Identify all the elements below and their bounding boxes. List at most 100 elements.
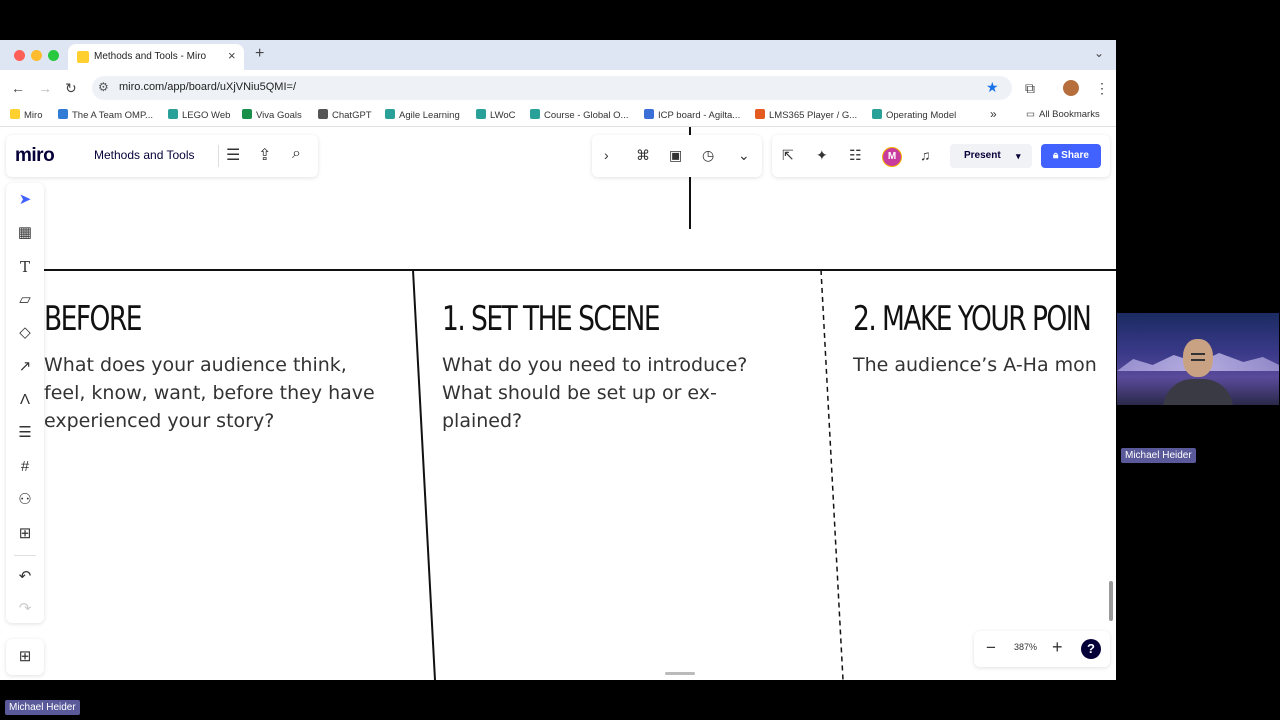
person-body: [1163, 379, 1233, 405]
collapse-chevron-icon[interactable]: ›: [604, 147, 609, 163]
site-bookmark-icon: [755, 109, 765, 119]
more-apps-plus-icon[interactable]: ⊞: [6, 520, 44, 548]
divider: [14, 555, 36, 556]
participant-video[interactable]: [1117, 313, 1279, 405]
export-icon[interactable]: ⇪: [258, 145, 271, 165]
site-bookmark-icon: [476, 109, 486, 119]
zoom-level[interactable]: 387%: [1014, 642, 1037, 652]
chevron-down-icon[interactable]: ▾: [1016, 144, 1021, 168]
reactions-icon[interactable]: ✦: [816, 147, 828, 164]
vertical-scrollbar[interactable]: [1109, 581, 1113, 621]
bookmark-item[interactable]: Miro: [10, 109, 42, 121]
bookmark-item[interactable]: LEGO Web: [168, 109, 230, 121]
chrome-profile-avatar[interactable]: [1063, 80, 1079, 96]
board-canvas[interactable]: BEFORE What does your audience think, fe…: [0, 127, 1116, 680]
sticky-note-icon[interactable]: ▱: [6, 286, 44, 314]
close-tab-icon[interactable]: ×: [228, 48, 236, 63]
site-bookmark-icon: [644, 109, 654, 119]
bookmark-item[interactable]: Agile Learning: [385, 109, 460, 121]
shapes-icon[interactable]: ◇: [6, 319, 44, 347]
extensions-icon[interactable]: ⧉: [1025, 80, 1035, 97]
diagramming-icon[interactable]: ⚇: [6, 486, 44, 514]
notifications-bell-icon[interactable]: ♫: [920, 147, 931, 163]
all-bookmarks-button[interactable]: ▭ All Bookmarks: [1026, 109, 1100, 120]
url-text: miro.com/app/board/uXjVNiu5QMI=/: [119, 81, 296, 93]
bookmarks-bar: Miro The A Team OMP... LEGO Web Viva Goa…: [0, 106, 1116, 127]
folder-icon: ▭: [1026, 109, 1035, 120]
miro-bookmark-icon: [10, 109, 20, 119]
text-tool-icon[interactable]: T: [6, 253, 44, 281]
bookmark-item[interactable]: The A Team OMP...: [58, 109, 153, 121]
comments-icon[interactable]: ☷: [849, 147, 862, 164]
chrome-menu-icon[interactable]: ⋮: [1095, 80, 1109, 97]
make-your-point-description[interactable]: The audience’s A-Ha mon: [853, 351, 1097, 379]
divider: [218, 145, 219, 167]
board-title[interactable]: Methods and Tools: [94, 148, 195, 162]
set-the-scene-description[interactable]: What do you need to introduce? What shou…: [442, 351, 747, 435]
folder-bookmark-icon: [58, 109, 68, 119]
collaboration-bar: ⇱ ✦ ☷ M ♫ Present ▾ 🔒︎ Share: [772, 135, 1110, 177]
before-description[interactable]: What does your audience think, feel, kno…: [44, 351, 375, 435]
site-bookmark-icon: [872, 109, 882, 119]
navigation-bar: ← → ↻ ⚙ miro.com/app/board/uXjVNiu5QMI=/…: [0, 70, 1116, 106]
redo-icon[interactable]: ↷: [6, 595, 44, 623]
bookmark-item[interactable]: Viva Goals: [242, 109, 302, 121]
select-tool-icon[interactable]: ➤: [6, 186, 44, 214]
bookmark-item[interactable]: LMS365 Player / G...: [755, 109, 857, 121]
bookmark-item[interactable]: ChatGPT: [318, 109, 372, 121]
connection-line-icon[interactable]: ↗: [6, 353, 44, 381]
user-avatar[interactable]: M: [882, 147, 902, 167]
templates-icon[interactable]: ▦: [6, 219, 44, 247]
board-header: miro Methods and Tools ☰ ⇪ ⌕: [6, 135, 318, 177]
main-menu-icon[interactable]: ☰: [226, 145, 240, 165]
miro-logo[interactable]: miro: [15, 145, 55, 167]
forward-icon[interactable]: →: [38, 80, 52, 96]
new-tab-icon[interactable]: +: [255, 45, 264, 63]
pen-icon[interactable]: Λ: [6, 386, 44, 414]
more-tools-chevron-icon[interactable]: ⌄: [738, 147, 750, 164]
bookmark-item[interactable]: Course - Global O...: [530, 109, 628, 121]
tab-search-chevron-icon[interactable]: ⌄: [1094, 46, 1104, 60]
minimize-window-button[interactable]: [31, 50, 42, 61]
apps-icon[interactable]: ⌘: [636, 147, 650, 164]
bookmark-item[interactable]: ICP board - Agilta...: [644, 109, 740, 121]
reload-icon[interactable]: ↻: [65, 80, 77, 97]
glasses: [1191, 353, 1205, 361]
before-heading[interactable]: BEFORE: [44, 299, 142, 339]
site-bookmark-icon: [530, 109, 540, 119]
set-the-scene-heading[interactable]: 1. SET THE SCENE: [442, 299, 661, 339]
image-embed-icon[interactable]: ▣: [669, 147, 682, 164]
back-icon[interactable]: ←: [11, 80, 25, 96]
help-icon[interactable]: ?: [1081, 639, 1101, 659]
timer-icon[interactable]: ◷: [702, 147, 714, 164]
cursor-follow-icon[interactable]: ⇱: [782, 147, 794, 164]
creation-toolbar: ➤ ▦ T ▱ ◇ ↗ Λ ☰ # ⚇ ⊞ ↶ ↷: [6, 183, 44, 623]
column-divider-line: [412, 269, 436, 680]
miro-favicon-icon: [77, 51, 89, 63]
bookmark-star-icon[interactable]: ★: [986, 79, 999, 96]
bookmark-item[interactable]: Operating Model: [872, 109, 956, 121]
zoom-out-icon[interactable]: −: [986, 638, 996, 658]
make-your-point-heading[interactable]: 2. MAKE YOUR POIN: [853, 299, 1092, 339]
present-button[interactable]: Present ▾: [950, 144, 1032, 168]
address-bar[interactable]: ⚙ miro.com/app/board/uXjVNiu5QMI=/ ★: [92, 76, 1012, 100]
chatgpt-icon: [318, 109, 328, 119]
browser-window: Methods and Tools - Miro × + ⌄ ← → ↻ ⚙ m…: [0, 40, 1116, 680]
comment-icon[interactable]: ☰: [6, 419, 44, 447]
site-settings-icon[interactable]: ⚙: [98, 80, 109, 94]
undo-icon[interactable]: ↶: [6, 563, 44, 591]
share-button[interactable]: 🔒︎ Share: [1041, 144, 1101, 168]
lock-icon: 🔒︎: [1053, 150, 1062, 161]
zoom-in-icon[interactable]: +: [1052, 637, 1063, 658]
bookmark-item[interactable]: LWoC: [476, 109, 516, 121]
horizontal-scrollbar[interactable]: [665, 672, 695, 675]
site-bookmark-icon: [242, 109, 252, 119]
more-bookmarks-icon[interactable]: »: [990, 107, 997, 121]
close-window-button[interactable]: [14, 50, 25, 61]
frame-icon[interactable]: #: [6, 453, 44, 481]
maximize-window-button[interactable]: [48, 50, 59, 61]
tab-miro[interactable]: Methods and Tools - Miro ×: [68, 44, 244, 70]
participant-name-tag: Michael Heider: [1121, 448, 1196, 463]
frames-panel-icon[interactable]: ⊞: [6, 639, 44, 675]
search-icon[interactable]: ⌕: [292, 145, 301, 163]
